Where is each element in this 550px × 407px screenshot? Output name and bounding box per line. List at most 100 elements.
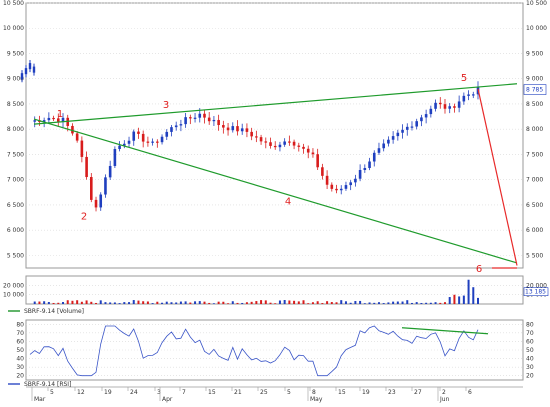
candle-body (467, 94, 470, 96)
candle-body (231, 126, 235, 131)
volume-panel[interactable] (25, 275, 524, 305)
candle-body (212, 119, 216, 122)
candle-body (302, 146, 305, 149)
candle-body (250, 131, 253, 137)
candle-body (222, 125, 225, 128)
volume-bar (113, 302, 116, 304)
candle-body (146, 141, 150, 143)
volume-bar (401, 301, 404, 304)
wave-label: 3 (163, 100, 169, 111)
volume-bar (439, 302, 442, 304)
volume-bar (321, 303, 324, 304)
candle-body (283, 141, 286, 145)
volume-bar (222, 301, 225, 304)
candle-body (292, 141, 296, 146)
candle-body (288, 141, 291, 143)
date-day-label: 8 (312, 389, 316, 396)
candle-body (226, 127, 230, 131)
candle-body (264, 141, 268, 143)
volume-bar (241, 302, 244, 304)
volume-tick-left: 20 000 (3, 282, 24, 289)
price-tick-right: 6 000 (526, 227, 543, 234)
candle-body (335, 188, 338, 191)
volume-bar (227, 303, 230, 304)
candle-body (269, 142, 272, 146)
volume-bar (363, 303, 366, 304)
candle-body (156, 141, 159, 143)
rsi-tick-right: 20 (526, 373, 534, 380)
volume-bar (231, 301, 234, 304)
volume-bar (335, 302, 338, 304)
volume-bar (264, 300, 267, 304)
candle-body (471, 94, 475, 96)
candle-body (415, 121, 418, 127)
candle-body (170, 127, 173, 132)
volume-bar (453, 294, 456, 304)
volume-bar (198, 301, 201, 304)
volume-bar (410, 302, 413, 304)
date-day-label: 12 (77, 389, 85, 396)
candle-body (306, 148, 310, 153)
volume-bar (250, 301, 253, 304)
date-day-label: 24 (130, 389, 138, 396)
volume-bar (170, 302, 173, 304)
rsi-tick-left: 30 (16, 364, 24, 371)
candle-body (141, 133, 145, 142)
rsi-tick-right: 60 (526, 338, 534, 345)
rsi-panel[interactable] (25, 319, 524, 381)
volume-bar (255, 301, 258, 304)
date-day-label: 5 (50, 389, 54, 396)
price-tick-left: 9 500 (7, 50, 24, 57)
price-tick-right: 9 500 (526, 50, 543, 57)
volume-bar (66, 300, 69, 304)
candle-body (90, 177, 93, 200)
volume-bar (293, 300, 296, 304)
volume-tick-left: 10 000 (3, 292, 24, 299)
price-panel[interactable] (25, 2, 524, 269)
candle-body (75, 133, 79, 141)
volume-bar (326, 301, 329, 304)
candle-body (236, 126, 239, 132)
volume-bar (194, 301, 197, 304)
price-tick-left: 8 500 (7, 101, 24, 108)
price-tick-right: 7 500 (526, 151, 543, 158)
price-tick-left: 5 500 (7, 252, 24, 259)
date-day-label: 15 (338, 389, 346, 396)
candle-body (321, 167, 324, 176)
candle-body (104, 177, 107, 195)
candle-body (401, 129, 404, 133)
candle-body (184, 117, 187, 125)
candle-body (424, 114, 428, 118)
wave-label: 6 (476, 264, 482, 275)
rsi-tick-right: 30 (526, 364, 534, 371)
candle-body (80, 140, 84, 157)
candle-body (52, 117, 55, 120)
volume-legend-label: SBRF-9.14 [Volume] (24, 308, 84, 315)
volume-bar (344, 301, 347, 304)
rsi-tick-left: 20 (16, 373, 24, 380)
volume-bar (302, 300, 305, 304)
candle-body (358, 169, 362, 179)
candle-body (387, 139, 390, 144)
date-day-label: 21 (234, 389, 242, 396)
candle-body (151, 141, 154, 143)
volume-bar (269, 302, 272, 304)
candle-body (94, 199, 98, 208)
date-day-label: 2 (442, 389, 446, 396)
price-tick-right: 8 000 (526, 126, 543, 133)
candle-body (255, 136, 258, 138)
price-tick-right: 9 000 (526, 76, 543, 83)
candle-body (179, 124, 183, 126)
volume-bar (62, 302, 65, 304)
candle-body (108, 165, 112, 178)
price-tick-right: 5 500 (526, 252, 543, 259)
candle-body (429, 108, 433, 115)
volume-bar (104, 302, 107, 304)
candle-body (198, 113, 202, 118)
volume-bar (128, 302, 131, 304)
volume-bar (236, 302, 239, 304)
volume-bar (146, 301, 149, 304)
volume-bar (123, 302, 126, 304)
rsi-tick-left: 50 (16, 347, 24, 354)
trading-chart[interactable]: 10 500 10 000 9 500 9 000 8 500 8 000 7 500 7 0… (0, 0, 550, 403)
